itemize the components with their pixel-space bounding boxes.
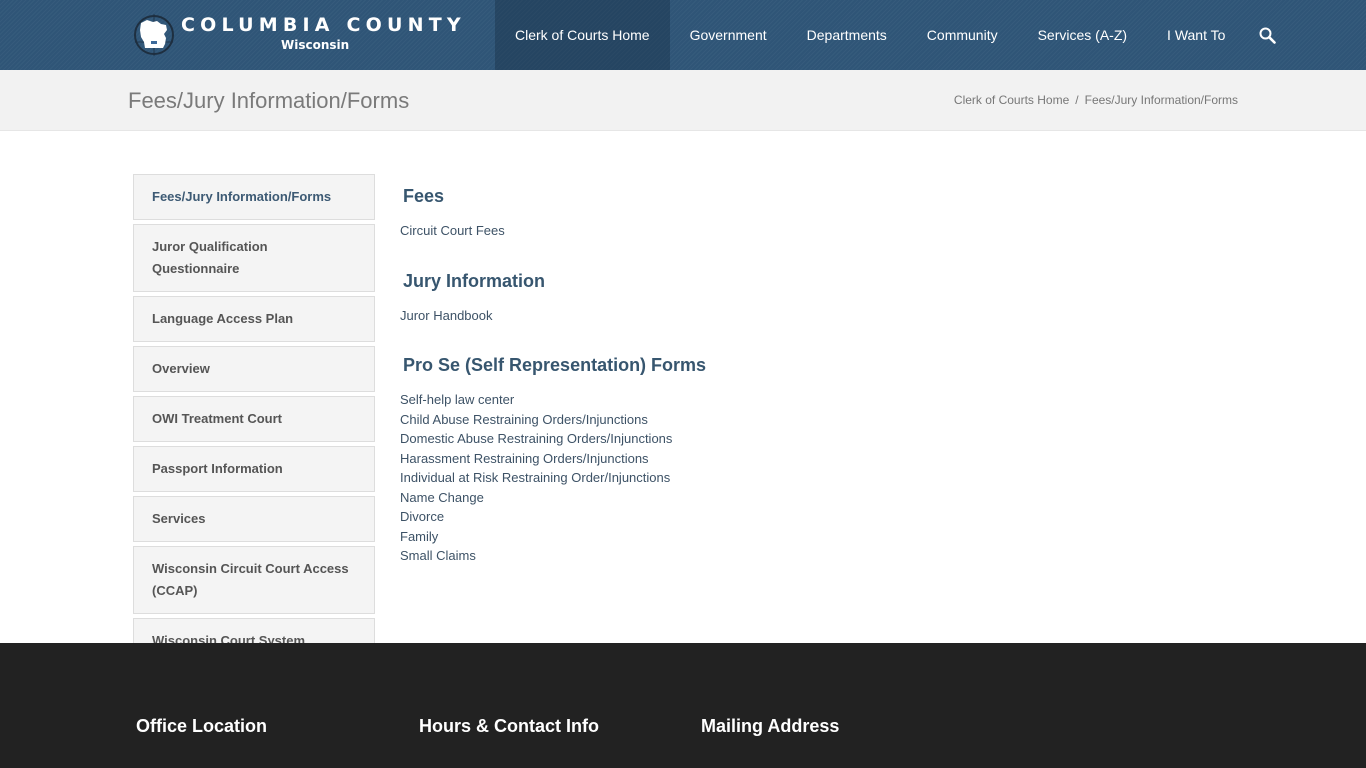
link-child-abuse-restraining[interactable]: Child Abuse Restraining Orders/Injunctio… [400,412,648,427]
nav-community[interactable]: Community [907,0,1018,70]
list-item: Child Abuse Restraining Orders/Injunctio… [400,410,1200,430]
list-item: Small Claims [400,546,1200,566]
link-name-change[interactable]: Name Change [400,490,484,505]
page-title: Fees/Jury Information/Forms [128,88,410,113]
nav-clerk-of-courts-home[interactable]: Clerk of Courts Home [495,0,670,70]
section-heading-jury-information: Jury Information [403,270,546,291]
list-item: Circuit Court Fees [400,221,1200,241]
site-header: COLUMBIA COUNTY Wisconsin Clerk of Court… [0,0,1366,70]
nav-government[interactable]: Government [670,0,787,70]
nav-i-want-to[interactable]: I Want To [1147,0,1245,70]
nav-departments[interactable]: Departments [787,0,907,70]
footer-heading-hours-contact: Hours & Contact Info [419,716,599,736]
link-divorce[interactable]: Divorce [400,509,444,524]
list-item: Harassment Restraining Orders/Injunction… [400,449,1200,469]
breadcrumb-current: Fees/Jury Information/Forms [1084,93,1238,107]
footer-heading-office-location: Office Location [136,716,268,736]
sidebar-item-owi-treatment-court[interactable]: OWI Treatment Court [133,396,375,442]
breadcrumb: Clerk of Courts Home / Fees/Jury Informa… [954,93,1238,107]
link-small-claims[interactable]: Small Claims [400,548,476,563]
link-individual-at-risk-restraining[interactable]: Individual at Risk Restraining Order/Inj… [400,470,670,485]
site-logo[interactable]: COLUMBIA COUNTY Wisconsin [133,12,461,60]
sidebar-item-language-access-plan[interactable]: Language Access Plan [133,296,375,342]
jury-link-list: Juror Handbook [400,306,1200,326]
list-item: Name Change [400,488,1200,508]
link-domestic-abuse-restraining[interactable]: Domestic Abuse Restraining Orders/Injunc… [400,431,672,446]
link-juror-handbook[interactable]: Juror Handbook [400,308,493,323]
link-self-help-law-center[interactable]: Self-help law center [400,392,514,407]
list-item: Self-help law center [400,390,1200,410]
main-content: Fees Circuit Court Fees Jury Information… [400,186,1200,596]
list-item: Divorce [400,507,1200,527]
link-harassment-restraining[interactable]: Harassment Restraining Orders/Injunction… [400,451,649,466]
breadcrumb-clerk-of-courts-home[interactable]: Clerk of Courts Home [954,93,1069,107]
main-nav: Clerk of Courts Home Government Departme… [495,0,1296,70]
search-icon [1259,27,1277,44]
logo-subtitle: Wisconsin [281,38,350,52]
sidebar-nav: Fees/Jury Information/Forms Juror Qualif… [133,174,375,668]
list-item: Individual at Risk Restraining Order/Inj… [400,468,1200,488]
list-item: Family [400,527,1200,547]
section-heading-pro-se-forms: Pro Se (Self Representation) Forms [403,355,707,375]
section-heading-fees: Fees [403,186,445,206]
sidebar-item-overview[interactable]: Overview [133,346,375,392]
sidebar-item-ccap[interactable]: Wisconsin Circuit Court Access (CCAP) [133,546,375,614]
link-family[interactable]: Family [400,529,438,544]
wisconsin-map-emblem-icon [134,14,174,56]
breadcrumb-separator: / [1075,93,1079,107]
page-title-band: Fees/Jury Information/Forms Clerk of Cou… [0,70,1366,131]
fees-link-list: Circuit Court Fees [400,221,1200,241]
list-item: Domestic Abuse Restraining Orders/Injunc… [400,429,1200,449]
sidebar-item-passport-information[interactable]: Passport Information [133,446,375,492]
sidebar-item-services[interactable]: Services [133,496,375,542]
list-item: Juror Handbook [400,306,1200,326]
search-button[interactable] [1245,0,1296,70]
link-circuit-court-fees[interactable]: Circuit Court Fees [400,223,505,238]
sidebar-item-fees-jury-forms[interactable]: Fees/Jury Information/Forms [133,174,375,220]
pro-se-link-list: Self-help law center Child Abuse Restrai… [400,390,1200,566]
nav-services-a-z[interactable]: Services (A-Z) [1018,0,1147,70]
footer-heading-mailing-address: Mailing Address [701,716,840,736]
logo-title: COLUMBIA COUNTY [181,14,466,36]
site-footer: Office Location Hours & Contact Info Mai… [0,643,1366,768]
sidebar-item-juror-questionnaire[interactable]: Juror Qualification Questionnaire [133,224,375,292]
